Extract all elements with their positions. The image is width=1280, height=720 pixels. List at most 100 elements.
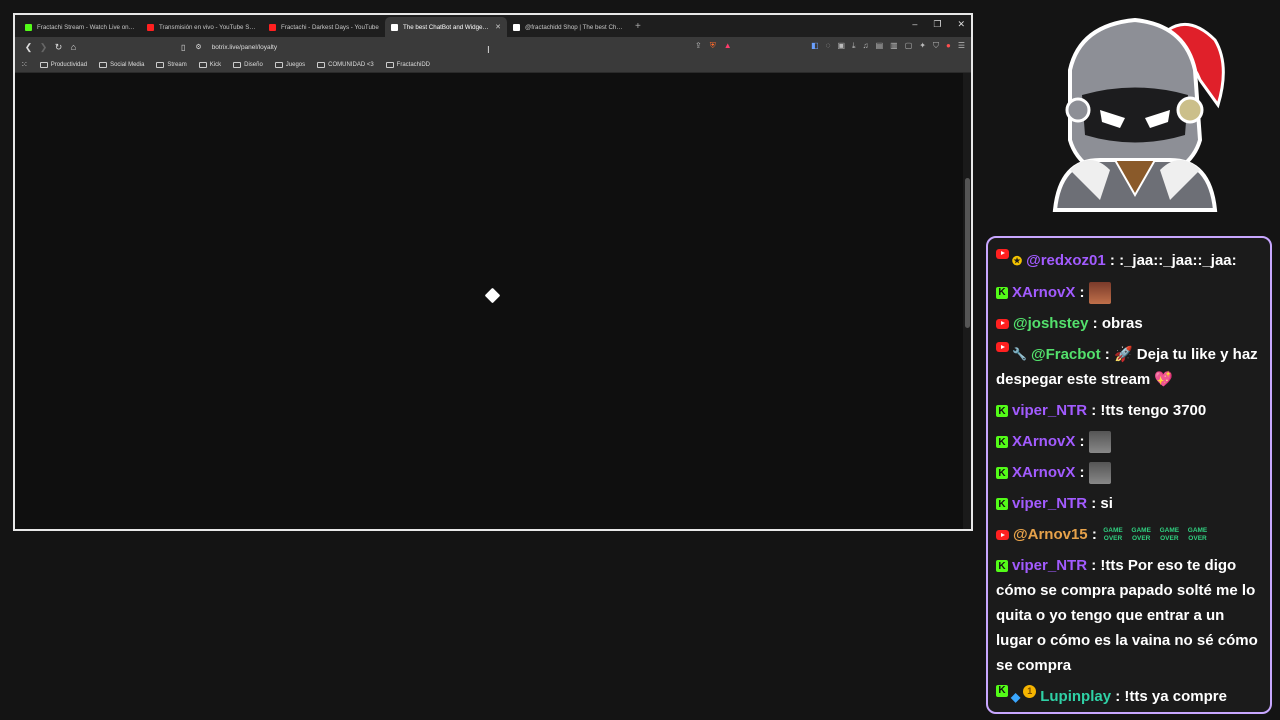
chat-overlay: ✪ @redxoz01 : :_jaa::_jaa::_jaa: K XArnovX …	[986, 236, 1272, 714]
emote-gray-icon	[1088, 462, 1111, 485]
gameover-emote-icon: GAME OVER	[1131, 527, 1151, 543]
kick-icon: K	[996, 286, 1008, 299]
brave-shield-icon[interactable]: ⛨	[710, 41, 716, 51]
folder-icon	[233, 61, 242, 68]
menu-icon[interactable]: ☰	[958, 41, 965, 51]
browser-tab[interactable]: The best ChatBot and Widgets f ✕	[385, 17, 507, 37]
tab-close-icon[interactable]: ✕	[495, 23, 501, 31]
chat-message: Kviper_NTR : !tts Por eso te digo cómo s…	[996, 557, 1258, 675]
chat-text: obras	[1101, 314, 1143, 332]
bookmark-label: Productividad	[50, 61, 88, 68]
chat-username[interactable]: viper_NTR	[1012, 495, 1087, 512]
share-icon[interactable]: ⇪	[695, 41, 702, 51]
chat-username[interactable]: @Arnov15	[1013, 526, 1088, 543]
chat-message-list: ✪ @redxoz01 : :_jaa::_jaa::_jaa: K XArnovX …	[996, 248, 1262, 710]
extension-chat-icon[interactable]: ◌	[826, 41, 831, 51]
browser-tab[interactable]: Fractachi - Darkest Days - YouTube	[263, 17, 385, 37]
window-controls: – ❐ ✕	[912, 19, 965, 30]
chat-message: 🔧 @Fracbot : 🚀 Deja tu like y haz despega…	[996, 342, 1262, 393]
apps-grid-icon[interactable]: ⁙	[21, 60, 28, 69]
badge-group: ✪	[996, 248, 1022, 274]
new-tab-button[interactable]: +	[635, 21, 641, 32]
gameover-emote-icon: GAME OVER	[1159, 527, 1180, 543]
extension-translate-icon[interactable]: ◧	[811, 41, 819, 51]
chat-text: !tts ya compre	[1124, 688, 1227, 706]
bookmark-folder[interactable]: FractachiDD	[385, 61, 431, 68]
site-info-icon[interactable]: ⚙	[195, 43, 201, 51]
tab-list: Fractachi Stream - Watch Live on Kick Tra…	[19, 15, 629, 37]
badge-group: K	[996, 467, 1008, 480]
bookmark-folder[interactable]: Diseño	[233, 61, 263, 68]
bookmark-folder[interactable]: Productividad	[39, 61, 88, 68]
chat-username[interactable]: Lupinplay	[1040, 688, 1111, 705]
reload-icon[interactable]: ↻	[51, 42, 66, 53]
bookmark-label: FractachiDD	[396, 61, 431, 68]
vpn-icon[interactable]: ⛉	[933, 41, 939, 51]
url-text: botrix.live/panel/loyalty	[211, 43, 278, 51]
chat-username[interactable]: viper_NTR	[1012, 557, 1087, 574]
address-bar[interactable]: ▯ ⚙ botrix.live/panel/loyalty	[175, 40, 735, 54]
wallet-icon[interactable]: ▤	[876, 41, 884, 51]
tab-favicon-icon	[391, 23, 398, 31]
chat-text: !tts Por eso te digo cómo se compra papa…	[996, 557, 1258, 675]
rewards-icon[interactable]: ▲	[724, 41, 732, 51]
bookmark-label: Juegos	[285, 61, 306, 68]
profile-icon[interactable]: ●	[946, 41, 951, 51]
folder-icon	[39, 61, 48, 68]
tabs-icon[interactable]: ▢	[905, 41, 913, 51]
chat-message: @Arnov15 : GAME OVER GAME OVER GAME OVER…	[996, 522, 1262, 547]
browser-tab[interactable]: Fractachi Stream - Watch Live on Kick	[19, 17, 141, 37]
puzzle-icon[interactable]: ✦	[919, 41, 926, 51]
download-icon[interactable]: ⤓	[852, 41, 856, 51]
tab-favicon-icon	[147, 23, 154, 31]
browser-window: Fractachi Stream - Watch Live on Kick Tra…	[13, 13, 973, 531]
bookmark-folder[interactable]: Stream	[156, 61, 187, 68]
knight-mascot-icon	[1052, 17, 1225, 212]
badge-group	[996, 318, 1009, 329]
tab-label: The best ChatBot and Widgets f	[403, 23, 491, 31]
chat-message: K XArnovX :	[996, 460, 1262, 485]
back-icon[interactable]: ❮	[21, 42, 36, 53]
folder-icon	[274, 61, 283, 68]
music-icon[interactable]: ♫	[863, 41, 869, 51]
chat-username[interactable]: @joshstey	[1013, 315, 1088, 332]
kick-icon: K	[996, 436, 1008, 449]
restore-icon[interactable]: ❐	[933, 19, 941, 30]
chat-text: :_jaa::_jaa::_jaa:	[1119, 252, 1237, 269]
chat-username[interactable]: viper_NTR	[1012, 402, 1087, 419]
bookmark-label: COMUNIDAD <3	[328, 61, 374, 68]
chat-username[interactable]: XArnovX	[1012, 433, 1075, 450]
sidebar-icon[interactable]: ▥	[890, 41, 898, 51]
close-window-icon[interactable]: ✕	[957, 19, 965, 30]
chat-username[interactable]: @redxoz01	[1026, 252, 1106, 269]
extension-capture-icon[interactable]: ▣	[837, 41, 845, 51]
folder-icon	[198, 61, 207, 68]
folder-icon	[317, 61, 326, 68]
tab-label: Fractachi Stream - Watch Live on Kick	[37, 23, 135, 31]
browser-tab[interactable]: @fractachidd Shop | The best ChatB	[507, 17, 629, 37]
chat-username[interactable]: @Fracbot	[1031, 346, 1101, 363]
tab-label: Fractachi - Darkest Days - YouTube	[281, 23, 379, 31]
badge-group: K	[996, 405, 1008, 418]
bookmark-folder[interactable]: Kick	[198, 61, 221, 68]
badge-group: K	[996, 286, 1008, 299]
minimize-icon[interactable]: –	[912, 19, 917, 30]
folder-icon	[99, 61, 108, 68]
browser-tab[interactable]: Transmisión en vivo - YouTube Studio	[141, 17, 263, 37]
loading-spinner-icon	[484, 287, 501, 304]
badge-group: K ◆ 1	[996, 684, 1037, 710]
forward-icon[interactable]: ❯	[36, 42, 51, 53]
scrollbar[interactable]	[963, 73, 971, 529]
bookmark-page-icon[interactable]: ▯	[181, 43, 185, 52]
chat-username[interactable]: XArnovX	[1012, 284, 1075, 301]
badge-group	[996, 530, 1009, 541]
bookmark-label: Stream	[167, 61, 187, 68]
bookmarks-bar: ⁙ Productividad Social Media Stream Kick Dis…	[15, 57, 971, 73]
bookmark-folder[interactable]: Social Media	[99, 61, 144, 68]
bookmark-folder[interactable]: Juegos	[274, 61, 306, 68]
bookmark-folder[interactable]: COMUNIDAD <3	[317, 61, 374, 68]
tab-favicon-icon	[25, 23, 32, 31]
chat-username[interactable]: XArnovX	[1012, 464, 1075, 481]
home-icon[interactable]: ⌂	[66, 42, 81, 52]
scrollbar-thumb[interactable]	[965, 178, 970, 328]
